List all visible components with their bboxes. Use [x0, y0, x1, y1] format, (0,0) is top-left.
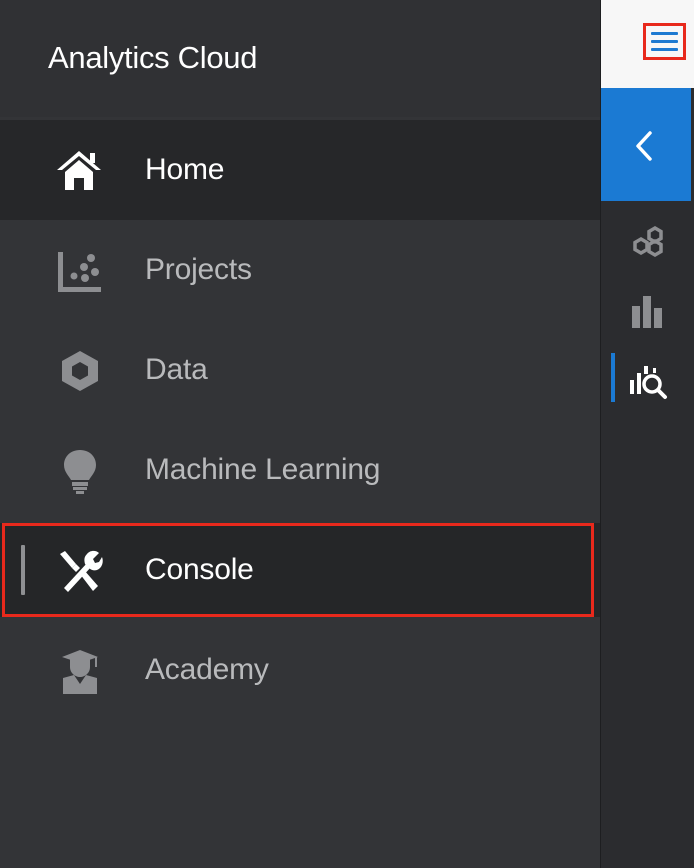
nav-item-console[interactable]: Console — [0, 523, 600, 617]
bar-chart-icon[interactable] — [629, 292, 669, 332]
search-analytics-icon[interactable] — [629, 360, 669, 400]
nav-item-label: Projects — [145, 253, 252, 286]
hexagons-icon[interactable] — [629, 224, 669, 264]
selection-marker — [21, 545, 25, 595]
projects-icon — [58, 252, 101, 292]
nav-item-label: Home — [145, 153, 225, 186]
collapse-chevron-icon — [636, 131, 652, 161]
nav-item-data[interactable]: Data — [0, 320, 600, 420]
academy-icon — [62, 650, 98, 694]
menu-button[interactable] — [643, 23, 686, 60]
lightbulb-icon — [64, 450, 96, 494]
nav-item-machine-learning[interactable]: Machine Learning — [0, 420, 600, 520]
rail-active-marker — [611, 353, 615, 402]
nav-drawer: Analytics Cloud Home Projects Data Machi… — [0, 0, 600, 868]
drawer-header: Analytics Cloud — [0, 0, 600, 117]
data-icon — [62, 351, 98, 391]
home-icon — [57, 151, 101, 190]
rail-header — [601, 0, 694, 88]
nav-item-label: Machine Learning — [145, 453, 381, 486]
tools-icon — [60, 550, 103, 592]
nav-item-academy[interactable]: Academy — [0, 620, 600, 720]
right-rail — [600, 0, 694, 868]
nav-item-home[interactable]: Home — [0, 120, 600, 220]
nav-item-projects[interactable]: Projects — [0, 220, 600, 320]
nav-item-label: Data — [145, 353, 208, 386]
nav-item-label: Academy — [145, 653, 269, 686]
collapse-button[interactable] — [601, 88, 691, 201]
app-title: Analytics Cloud — [48, 40, 258, 75]
nav-item-label: Console — [145, 553, 254, 586]
app-window: Analytics Cloud Home Projects Data Machi… — [0, 0, 694, 868]
